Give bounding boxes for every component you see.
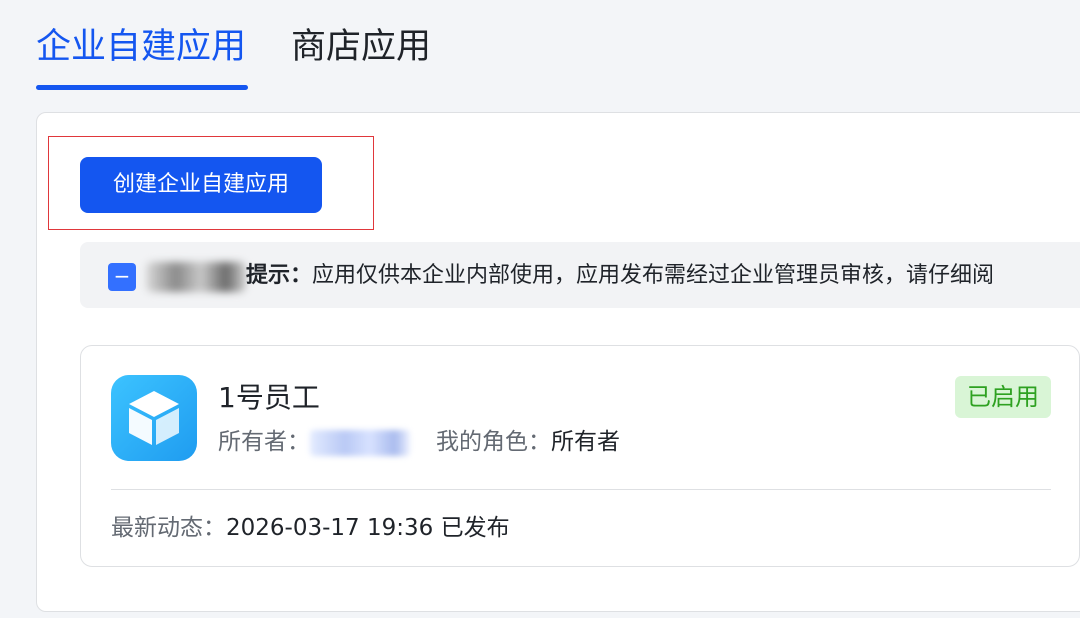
owner-label: 所有者：	[218, 429, 310, 455]
cube-icon	[111, 375, 197, 461]
annotation-highlight-box	[48, 136, 374, 230]
redacted-owner	[310, 429, 410, 456]
divider	[111, 489, 1051, 490]
role-value: 所有者	[551, 429, 620, 455]
notice-text: 提示：应用仅供本企业内部使用，应用发布需经过企业管理员审核，请仔细阅	[246, 260, 994, 292]
latest-label: 最新动态：	[111, 515, 226, 541]
latest-activity: 最新动态：2026-03-17 19:36 已发布	[111, 512, 510, 544]
notice-label: 提示：	[246, 263, 313, 288]
tab-bar: 企业自建应用 商店应用	[0, 0, 1080, 100]
notice-banner: − 提示：应用仅供本企业内部使用，应用发布需经过企业管理员审核，请仔细阅	[80, 242, 1080, 308]
redacted-text	[146, 262, 246, 292]
role-label: 我的角色：	[436, 429, 551, 455]
tab-store-apps[interactable]: 商店应用	[291, 26, 431, 68]
tab-enterprise-apps[interactable]: 企业自建应用	[36, 26, 246, 68]
notice-body: 应用仅供本企业内部使用，应用发布需经过企业管理员审核，请仔细阅	[312, 263, 995, 288]
active-tab-indicator	[36, 85, 248, 90]
latest-value: 2026-03-17 19:36 已发布	[226, 515, 510, 541]
collapse-icon[interactable]: −	[108, 263, 136, 291]
app-name[interactable]: 1号员工	[218, 380, 320, 416]
status-badge: 已启用	[955, 376, 1051, 418]
app-card[interactable]: 1号员工 所有者： 我的角色：所有者 已启用 最新动态：2026-03-17 19…	[80, 345, 1080, 567]
app-meta: 所有者： 我的角色：所有者	[218, 426, 620, 458]
